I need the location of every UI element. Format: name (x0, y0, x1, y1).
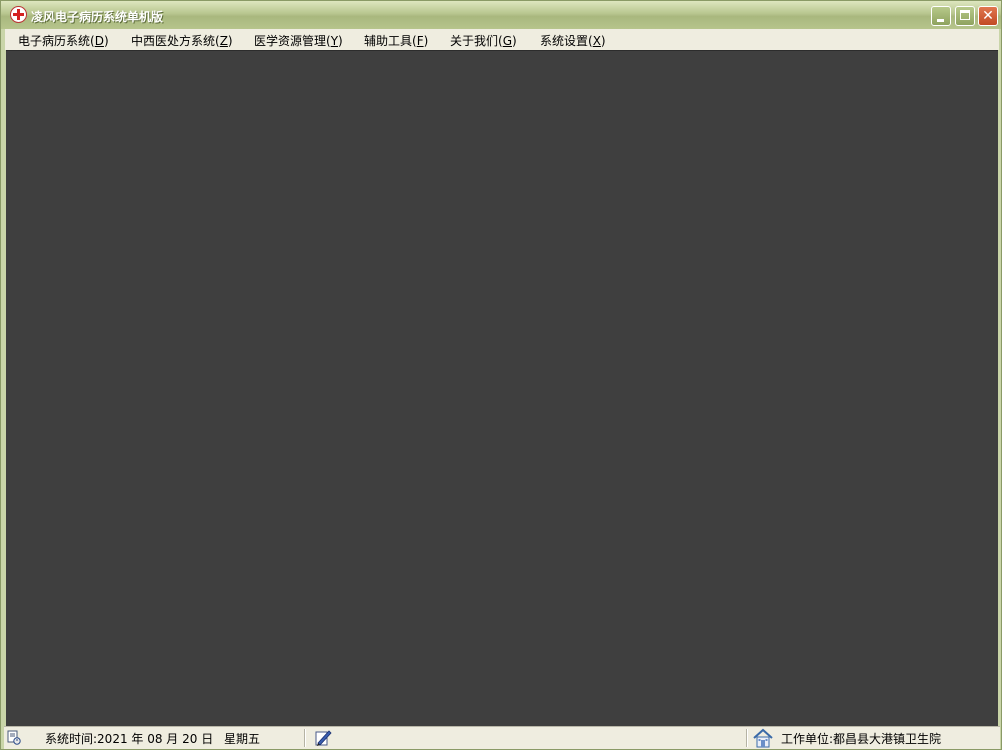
work-unit: 工作单位:都昌县大港镇卫生院 (781, 732, 942, 746)
minimize-icon (937, 19, 944, 22)
system-time: 系统时间:2021 年 08 月 20 日 (45, 732, 214, 746)
menu-prescription-system[interactable]: 中西医处方系统(Z) (131, 32, 233, 49)
menu-medical-resources[interactable]: 医学资源管理(Y) (254, 32, 343, 49)
menu-emr-system[interactable]: 电子病历系统(D) (18, 32, 109, 49)
status-separator (304, 729, 305, 747)
mdi-client-area[interactable] (6, 50, 998, 727)
weekday: 星期五 (224, 732, 261, 746)
main-window: 凌风电子病历系统单机版 ✕ 电子病历系统(D) 中西医处方系统(Z) 医学资源管… (0, 0, 1002, 750)
pen-edit-icon (315, 730, 332, 746)
maximize-icon (960, 10, 970, 20)
home-icon (753, 728, 773, 748)
title-bar[interactable]: 凌风电子病历系统单机版 ✕ (1, 1, 1001, 29)
menu-settings[interactable]: 系统设置(X) (540, 32, 606, 49)
status-separator (746, 729, 747, 747)
app-medical-cross-icon (10, 6, 27, 23)
calendar-clock-icon (7, 730, 21, 745)
menu-tools[interactable]: 辅助工具(F) (364, 32, 428, 49)
close-button[interactable]: ✕ (978, 6, 998, 26)
menu-bar: 电子病历系统(D) 中西医处方系统(Z) 医学资源管理(Y) 辅助工具(F) 关… (5, 29, 999, 50)
maximize-button[interactable] (955, 6, 975, 26)
window-title: 凌风电子病历系统单机版 (31, 10, 164, 24)
status-bar: 系统时间:2021 年 08 月 20 日 星期五 工作单位:都昌县大港镇卫生院 (4, 726, 1000, 749)
minimize-button[interactable] (931, 6, 951, 26)
close-icon: ✕ (982, 8, 994, 24)
menu-about-us[interactable]: 关于我们(G) (450, 32, 517, 49)
